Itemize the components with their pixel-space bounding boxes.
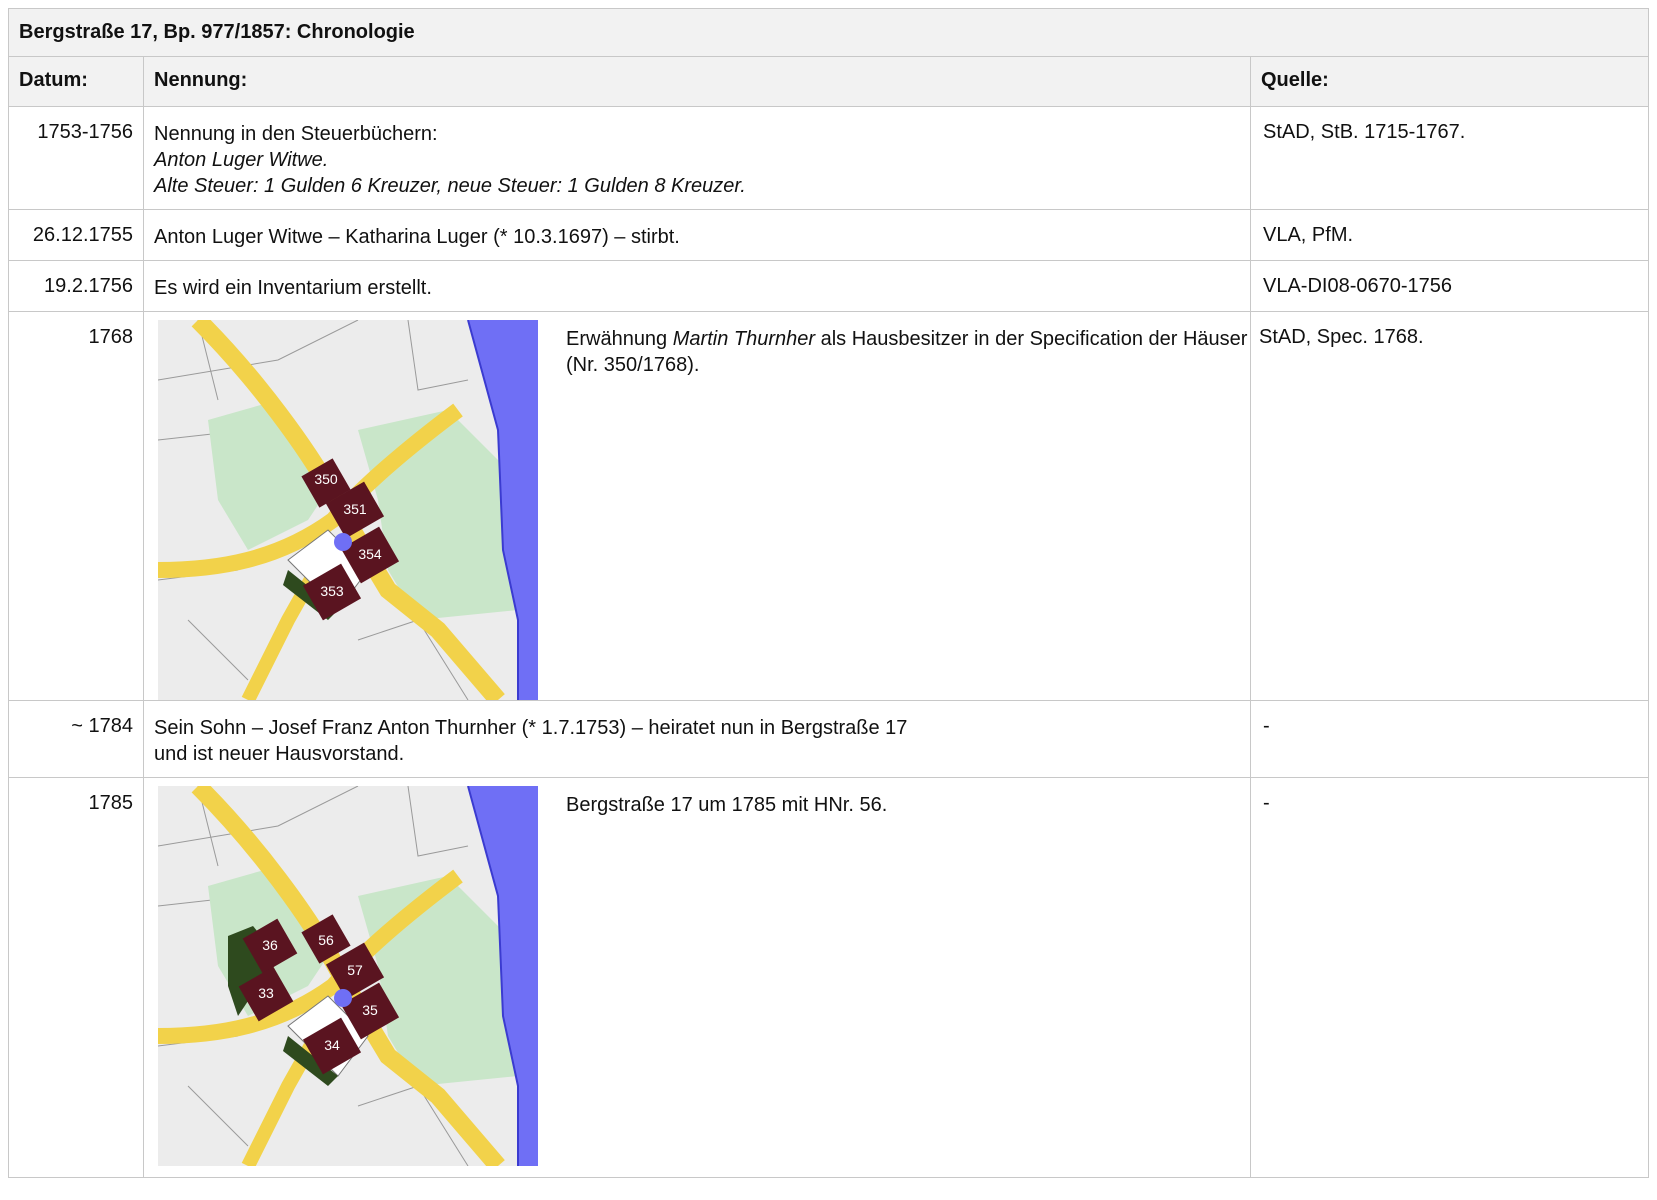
header-mention: Nennung: [143,56,1251,107]
chronology-table: Bergstraße 17, Bp. 977/1857: Chronologie… [7,8,1650,1178]
svg-text:35: 35 [362,1002,378,1018]
mention-line: Nennung in den Steuerbüchern: [154,123,438,145]
table-row: 1753-1756 Nennung in den Steuerbüchern: … [8,106,1650,210]
row-date: 1753-1756 [8,106,144,210]
svg-text:36: 36 [262,937,278,953]
row-mention: 56 57 36 33 35 34 Bergstraße 17 um 1785 … [143,777,1251,1178]
row-mention: Sein Sohn – Josef Franz Anton Thurnher (… [143,700,1251,778]
row-source: - [1249,700,1650,778]
table-row: 26.12.1755 Anton Luger Witwe – Katharina… [8,209,1650,261]
mention-line: Alte Steuer: 1 Gulden 6 Kreuzer, neue St… [154,175,746,197]
cadastral-map-1768: 350 351 354 353 [158,320,538,700]
table-row: ~ 1784 Sein Sohn – Josef Franz Anton Thu… [8,700,1650,778]
row-source: StAD, StB. 1715-1767. [1249,106,1650,210]
svg-text:351: 351 [343,501,367,517]
table-row: 1768 350 351 354 353 Erwähnung Martin Th… [8,311,1650,701]
svg-text:350: 350 [314,471,338,487]
table-title: Bergstraße 17, Bp. 977/1857: Chronologie [7,8,1650,57]
row-date: 1785 [8,777,144,1178]
row-date: 26.12.1755 [8,209,144,261]
row-mention: Es wird ein Inventarium erstellt. [143,260,1251,312]
row-source: - [1249,777,1650,1178]
row-source: VLA, PfM. [1249,209,1650,261]
svg-text:56: 56 [318,932,334,948]
cadastral-map-1785: 56 57 36 33 35 34 [158,786,538,1166]
mention-line: Anton Luger Witwe. [154,149,329,171]
svg-text:57: 57 [347,962,363,978]
svg-text:354: 354 [358,546,382,562]
row-mention-text: Erwähnung Martin Thurnher als Hausbesitz… [566,328,1248,376]
row-date: 19.2.1756 [8,260,144,312]
row-mention: Nennung in den Steuerbüchern: Anton Luge… [143,106,1251,210]
location-dot [334,989,352,1007]
row-mention: Anton Luger Witwe – Katharina Luger (* 1… [143,209,1251,261]
owner-name: Martin Thurnher [672,328,816,350]
table-row: 1785 56 57 36 33 35 34 Bergstraße 17 um … [8,777,1650,1178]
row-source: VLA-DI08-0670-1756 [1249,260,1650,312]
row-date: 1768 [8,311,144,701]
header-source: Quelle: [1249,56,1650,107]
row-source: StAD, Spec. 1768. [1249,311,1650,701]
row-date: ~ 1784 [8,700,144,778]
svg-text:34: 34 [324,1037,340,1053]
header-date: Datum: [8,56,144,107]
table-row: 19.2.1756 Es wird ein Inventarium erstel… [8,260,1650,312]
svg-text:353: 353 [320,583,344,599]
svg-text:33: 33 [258,985,274,1001]
row-mention-text: Bergstraße 17 um 1785 mit HNr. 56. [566,794,888,816]
row-mention: 350 351 354 353 Erwähnung Martin Thurnhe… [143,311,1251,701]
location-dot [334,533,352,551]
